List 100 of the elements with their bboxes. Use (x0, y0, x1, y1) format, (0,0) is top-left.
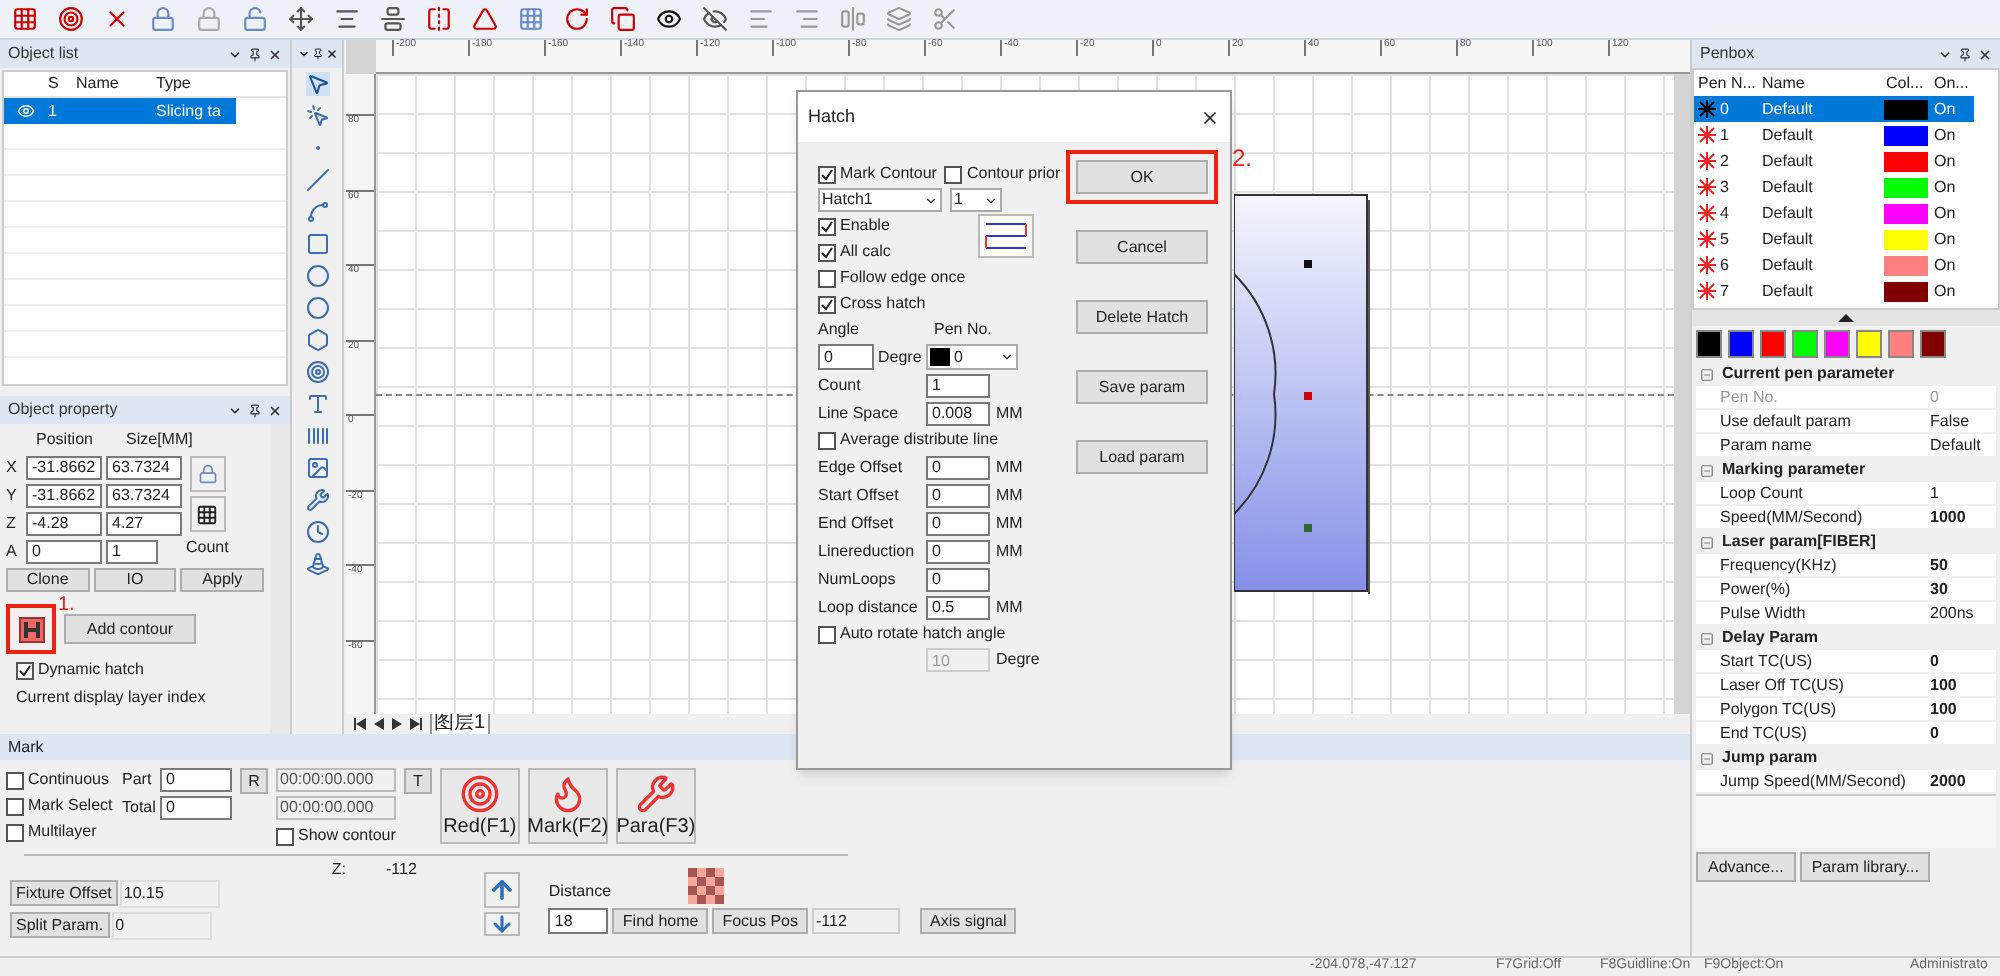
checkbox[interactable] (818, 165, 836, 183)
input-field[interactable]: 0 (160, 768, 232, 792)
mirror-icon[interactable] (426, 6, 452, 32)
target-icon[interactable] (58, 6, 84, 32)
collapse-icon[interactable] (1700, 751, 1714, 765)
scissors-icon[interactable] (932, 6, 958, 32)
triangle-icon[interactable] (472, 6, 498, 32)
clock-icon[interactable] (305, 520, 329, 544)
checkbox[interactable] (818, 269, 836, 287)
mark-action-button[interactable]: Mark(F2) (527, 768, 608, 844)
panel-button[interactable]: Advance... (1696, 852, 1796, 882)
pin-icon[interactable] (248, 47, 262, 61)
hatch-button[interactable] (6, 604, 56, 654)
dropdown-icon[interactable] (297, 48, 309, 60)
color-swatch[interactable] (1824, 330, 1850, 358)
pen-select[interactable]: 0 (926, 344, 1018, 370)
pen-row[interactable]: 1 Default On (1694, 122, 1974, 148)
pen-row[interactable]: 6 Default On (1694, 252, 1974, 278)
dialog-button[interactable]: Cancel (1076, 230, 1208, 264)
ellipse-icon[interactable] (305, 296, 329, 320)
expand-up-icon[interactable] (1838, 314, 1854, 322)
color-swatch[interactable] (1792, 330, 1818, 358)
polygon-icon[interactable] (305, 328, 329, 352)
dropdown-icon[interactable] (1938, 47, 1952, 61)
lock-icon[interactable] (150, 6, 176, 32)
line-icon[interactable] (305, 168, 329, 192)
input-field[interactable]: 0 (926, 567, 990, 591)
previous-icon[interactable] (374, 718, 384, 730)
color-swatch[interactable] (1696, 330, 1722, 358)
split-param-button[interactable]: Split Param. (10, 912, 110, 938)
checkbox[interactable] (818, 431, 836, 449)
dialog-button[interactable]: OK (1076, 160, 1208, 194)
checkbox[interactable] (276, 827, 294, 845)
next-icon[interactable] (392, 718, 402, 730)
checkbox[interactable] (16, 661, 34, 679)
text-icon[interactable] (305, 392, 329, 416)
barcode-icon[interactable] (305, 424, 329, 448)
checkbox[interactable] (6, 823, 24, 841)
image-icon[interactable] (305, 456, 329, 480)
hatch-number-spinner[interactable]: 1 (950, 188, 1002, 212)
color-swatch[interactable] (1760, 330, 1786, 358)
input-field[interactable]: -31.8662 (26, 456, 102, 480)
focus-pos-button[interactable]: Focus Pos (712, 908, 808, 934)
input-field[interactable]: 0 (818, 344, 874, 370)
input-field[interactable]: 0 (26, 540, 102, 564)
up-button[interactable] (484, 872, 521, 908)
input-field[interactable]: 0.5 (926, 595, 990, 619)
cone-icon[interactable] (305, 552, 329, 576)
input-field[interactable]: 18 (548, 908, 609, 934)
add-contour-button[interactable]: Add contour (64, 614, 196, 644)
rotate-icon[interactable] (564, 6, 590, 32)
pin-icon[interactable] (248, 403, 262, 417)
color-swatch[interactable] (1888, 330, 1914, 358)
grid-icon[interactable] (12, 6, 38, 32)
tool-icon[interactable] (305, 488, 329, 512)
align-icon[interactable] (380, 6, 406, 32)
checkbox[interactable] (818, 625, 836, 643)
input-field[interactable]: 4.27 (106, 512, 182, 536)
input-field[interactable]: 63.7324 (106, 456, 182, 480)
close-icon[interactable] (325, 48, 337, 60)
pen-row[interactable]: 3 Default On (1694, 174, 1974, 200)
rectangle-icon[interactable] (305, 232, 329, 256)
axis-signal-button[interactable]: Axis signal (920, 908, 1017, 934)
pen-row[interactable]: 0 Default On (1694, 96, 1974, 122)
checkbox[interactable] (944, 165, 963, 183)
collapse-icon[interactable] (1700, 367, 1714, 381)
color-swatch[interactable] (1856, 330, 1882, 358)
dialog-button[interactable]: Save param (1076, 370, 1208, 404)
input-field[interactable]: 0 (926, 511, 990, 535)
input-field[interactable]: 0 (160, 796, 232, 820)
grid-icon[interactable] (518, 6, 544, 32)
dialog-button[interactable]: Load param (1076, 440, 1208, 474)
pen-row[interactable]: 7 Default On (1694, 278, 1974, 304)
collapse-icon[interactable] (1700, 631, 1714, 645)
checkbox[interactable] (6, 797, 24, 815)
node-pointer-icon[interactable] (305, 104, 329, 128)
copy-icon[interactable] (610, 6, 636, 32)
find-home-button[interactable]: Find home (612, 908, 709, 934)
close-icon[interactable] (1200, 107, 1220, 127)
dropdown-icon[interactable] (228, 403, 242, 417)
grid-button[interactable] (189, 496, 226, 532)
checkbox[interactable] (818, 295, 836, 313)
pin-icon[interactable] (311, 48, 323, 60)
input-field[interactable]: 0 (926, 483, 990, 507)
pen-row[interactable]: 4 Default On (1694, 200, 1974, 226)
checkbox[interactable] (818, 243, 836, 261)
spiral-icon[interactable] (305, 360, 329, 384)
input-field[interactable]: 1 (926, 373, 990, 397)
input-field[interactable]: 63.7324 (106, 484, 182, 508)
collapse-icon[interactable] (1700, 463, 1714, 477)
input-field[interactable]: -4.28 (26, 512, 102, 536)
first-page-icon[interactable] (354, 718, 366, 730)
pen-row[interactable]: 5 Default On (1694, 226, 1974, 252)
reset-button[interactable]: R (240, 768, 268, 794)
close-icon[interactable] (1978, 47, 1992, 61)
mark-action-button[interactable]: Red(F1) (439, 768, 520, 844)
pointer-icon[interactable] (305, 72, 329, 96)
input-field[interactable]: 1 (106, 540, 158, 564)
input-field[interactable]: -31.8662 (26, 484, 102, 508)
checkbox[interactable] (6, 771, 24, 789)
